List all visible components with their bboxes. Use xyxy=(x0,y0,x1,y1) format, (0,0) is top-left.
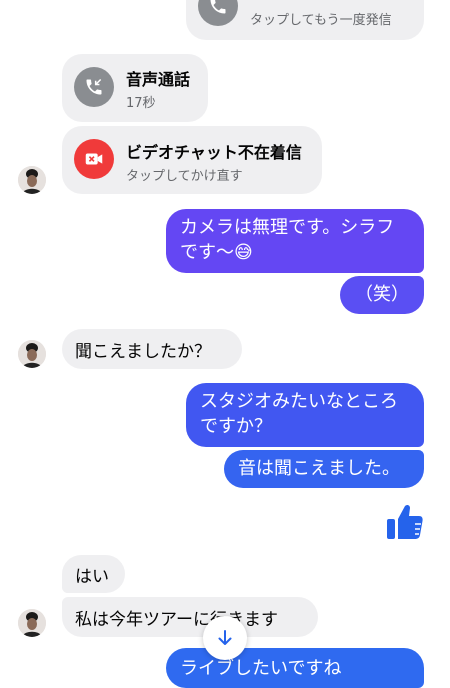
message-text-line: です～😅 xyxy=(180,240,410,265)
message-text: です～ xyxy=(180,242,234,263)
message-text: はい xyxy=(75,567,109,587)
message-outgoing[interactable]: （笑） xyxy=(340,276,424,314)
thumbs-up-icon[interactable] xyxy=(385,502,425,542)
sweat-smile-emoji: 😅 xyxy=(234,242,253,263)
avatar[interactable] xyxy=(18,166,46,194)
message-incoming[interactable]: 私は今年ツアーに行きます xyxy=(62,597,318,637)
avatar[interactable] xyxy=(18,340,46,368)
message-outgoing[interactable]: 音は聞こえました。 xyxy=(224,450,424,488)
message-text: ライブしたいですね xyxy=(180,658,342,679)
scroll-to-bottom-button[interactable] xyxy=(203,616,247,660)
message-text: ですか？ xyxy=(200,416,272,437)
message-text: 私は今年ツアーに行きます xyxy=(75,610,278,630)
missed-video-icon xyxy=(74,139,114,179)
message-text: 聞こえましたか？ xyxy=(75,342,211,362)
message-outgoing[interactable]: ライブしたいですね xyxy=(166,648,424,688)
message-incoming[interactable]: 聞こえましたか？ xyxy=(62,329,242,369)
phone-outgoing-icon xyxy=(198,0,238,26)
message-text: 音は聞こえました。 xyxy=(238,458,400,479)
call-subtitle: タップしてかけ直す xyxy=(126,169,243,184)
call-title: ビデオチャット不在着信 xyxy=(126,143,302,162)
phone-incoming-icon xyxy=(74,67,114,107)
call-bubble-voice[interactable]: 音声通話 17秒 xyxy=(62,54,208,122)
call-subtitle: 17秒 xyxy=(126,96,156,111)
call-bubble-redial[interactable]: タップしてもう一度発信 xyxy=(186,0,424,40)
message-outgoing[interactable]: スタジオみたいなところ ですか？ xyxy=(186,383,424,447)
message-text: カメラは無理です。シラフ xyxy=(180,217,395,238)
call-title: 音声通話 xyxy=(126,70,191,89)
avatar[interactable] xyxy=(18,609,46,637)
message-text: スタジオみたいなところ xyxy=(200,391,398,412)
arrow-down-icon xyxy=(215,628,235,648)
message-text: （笑） xyxy=(355,284,409,305)
message-incoming[interactable]: はい xyxy=(62,555,125,593)
call-bubble-missed-video[interactable]: ビデオチャット不在着信 タップしてかけ直す xyxy=(62,126,322,194)
message-outgoing[interactable]: カメラは無理です。シラフ です～😅 xyxy=(166,209,424,273)
call-subtitle: タップしてもう一度発信 xyxy=(250,13,392,28)
